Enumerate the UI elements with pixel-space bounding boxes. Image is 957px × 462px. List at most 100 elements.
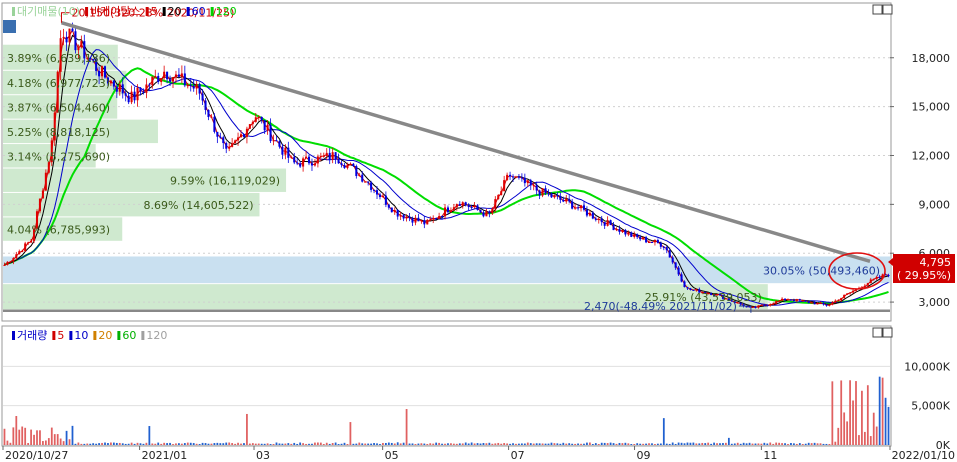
supply-zone-bar-8 [3, 256, 890, 284]
candle-body [781, 298, 784, 301]
volume-bar [399, 443, 402, 445]
minimize-button[interactable] [872, 327, 883, 338]
volume-bar [757, 443, 760, 445]
volume-bar [9, 442, 12, 445]
volume-bar [139, 443, 142, 445]
candle-body [615, 228, 618, 231]
candle-body [745, 306, 748, 308]
candle-body [647, 242, 651, 244]
candle-body [15, 254, 18, 259]
candle-body [272, 140, 275, 142]
candle-body [103, 66, 107, 78]
candle-body [532, 185, 535, 187]
candle-body [30, 240, 33, 243]
volume-bar [544, 443, 547, 445]
settings-icon[interactable] [3, 20, 16, 33]
candle-body [290, 156, 293, 158]
supply-zone-label-8: 30.05% (50,493,460) [763, 264, 880, 277]
price-legend: 대기매물(10) 비케이탑스 5 20 60 120 [12, 5, 237, 18]
x-tick-label: 11 [763, 449, 777, 462]
volume-bar [367, 443, 370, 445]
candle-body [177, 74, 180, 77]
volume-bar [642, 443, 645, 445]
candle-body [257, 116, 260, 118]
candle-body [390, 207, 393, 213]
candle-body [136, 87, 139, 101]
candle-body [792, 299, 795, 301]
candle-body [497, 195, 500, 200]
volume-bar [281, 443, 284, 445]
volume-bar [302, 443, 304, 445]
candle-body [237, 137, 240, 141]
volume-bar [521, 443, 523, 445]
volume-bar [311, 443, 313, 445]
volume-bar [30, 429, 32, 445]
legend-swatch-4 [186, 7, 190, 16]
candle-body [452, 207, 455, 211]
candle-body [485, 211, 488, 217]
volume-bar [432, 443, 435, 445]
volume-bar [107, 443, 109, 445]
supply-zone-label-5: 9.59% (16,119,029) [170, 175, 280, 188]
legend-label-1: 5 [57, 329, 64, 342]
volume-bar [364, 443, 367, 445]
volume-bar [98, 443, 100, 445]
candle-body [352, 163, 355, 167]
volume-bar [86, 443, 89, 445]
candle-body [133, 91, 136, 101]
candle-body [3, 264, 6, 266]
candle-body [183, 73, 186, 86]
candle-body [121, 84, 124, 94]
volume-bar [515, 443, 517, 445]
volume-bar [444, 443, 446, 445]
volume-bar [822, 443, 825, 445]
volume-bar [293, 442, 296, 445]
volume-bar [461, 443, 464, 445]
legend-swatch-0 [12, 7, 15, 16]
volume-bar [816, 443, 819, 445]
candle-body [503, 180, 506, 192]
volume-bar [358, 442, 361, 445]
volume-bar [382, 442, 384, 445]
candle-body [151, 76, 154, 86]
volume-bar [798, 443, 801, 445]
volume-bar [275, 442, 278, 445]
volume-bar [429, 443, 432, 445]
legend-swatch-1 [52, 331, 56, 340]
volume-bar [166, 443, 168, 445]
volume-bar [447, 443, 449, 445]
volume-bar [727, 437, 730, 445]
candle-body [231, 143, 234, 147]
candle-body [278, 141, 281, 147]
volume-bar [225, 442, 228, 445]
volume-bar [334, 442, 337, 445]
candle-body [222, 137, 225, 144]
candle-body [467, 205, 470, 208]
candle-body [349, 163, 352, 165]
candle-body [343, 165, 346, 169]
volume-bar [538, 443, 541, 445]
maximize-button[interactable] [882, 4, 893, 15]
candle-body [307, 156, 311, 164]
current-price-change: ( 29.95%) [897, 269, 951, 282]
candle-body [686, 287, 689, 289]
candle-body [789, 299, 792, 301]
volume-bar [872, 412, 875, 445]
candle-body [6, 261, 9, 265]
candle-body [201, 93, 204, 101]
volume-bar [376, 443, 378, 445]
candle-body [198, 83, 201, 94]
volume-bar [104, 442, 106, 445]
candle-body [784, 298, 787, 301]
volume-bar [467, 443, 470, 445]
x-tick-label: 07 [511, 449, 525, 462]
candle-body [47, 162, 50, 173]
candle-body [760, 304, 763, 306]
supply-zone-label-1: 4.18% (6,977,723) [7, 77, 110, 90]
minimize-button[interactable] [872, 4, 883, 15]
candle-body [618, 228, 621, 232]
candle-body [568, 198, 571, 202]
candle-body [449, 210, 452, 213]
volume-bar [12, 427, 15, 445]
maximize-button[interactable] [882, 327, 893, 338]
